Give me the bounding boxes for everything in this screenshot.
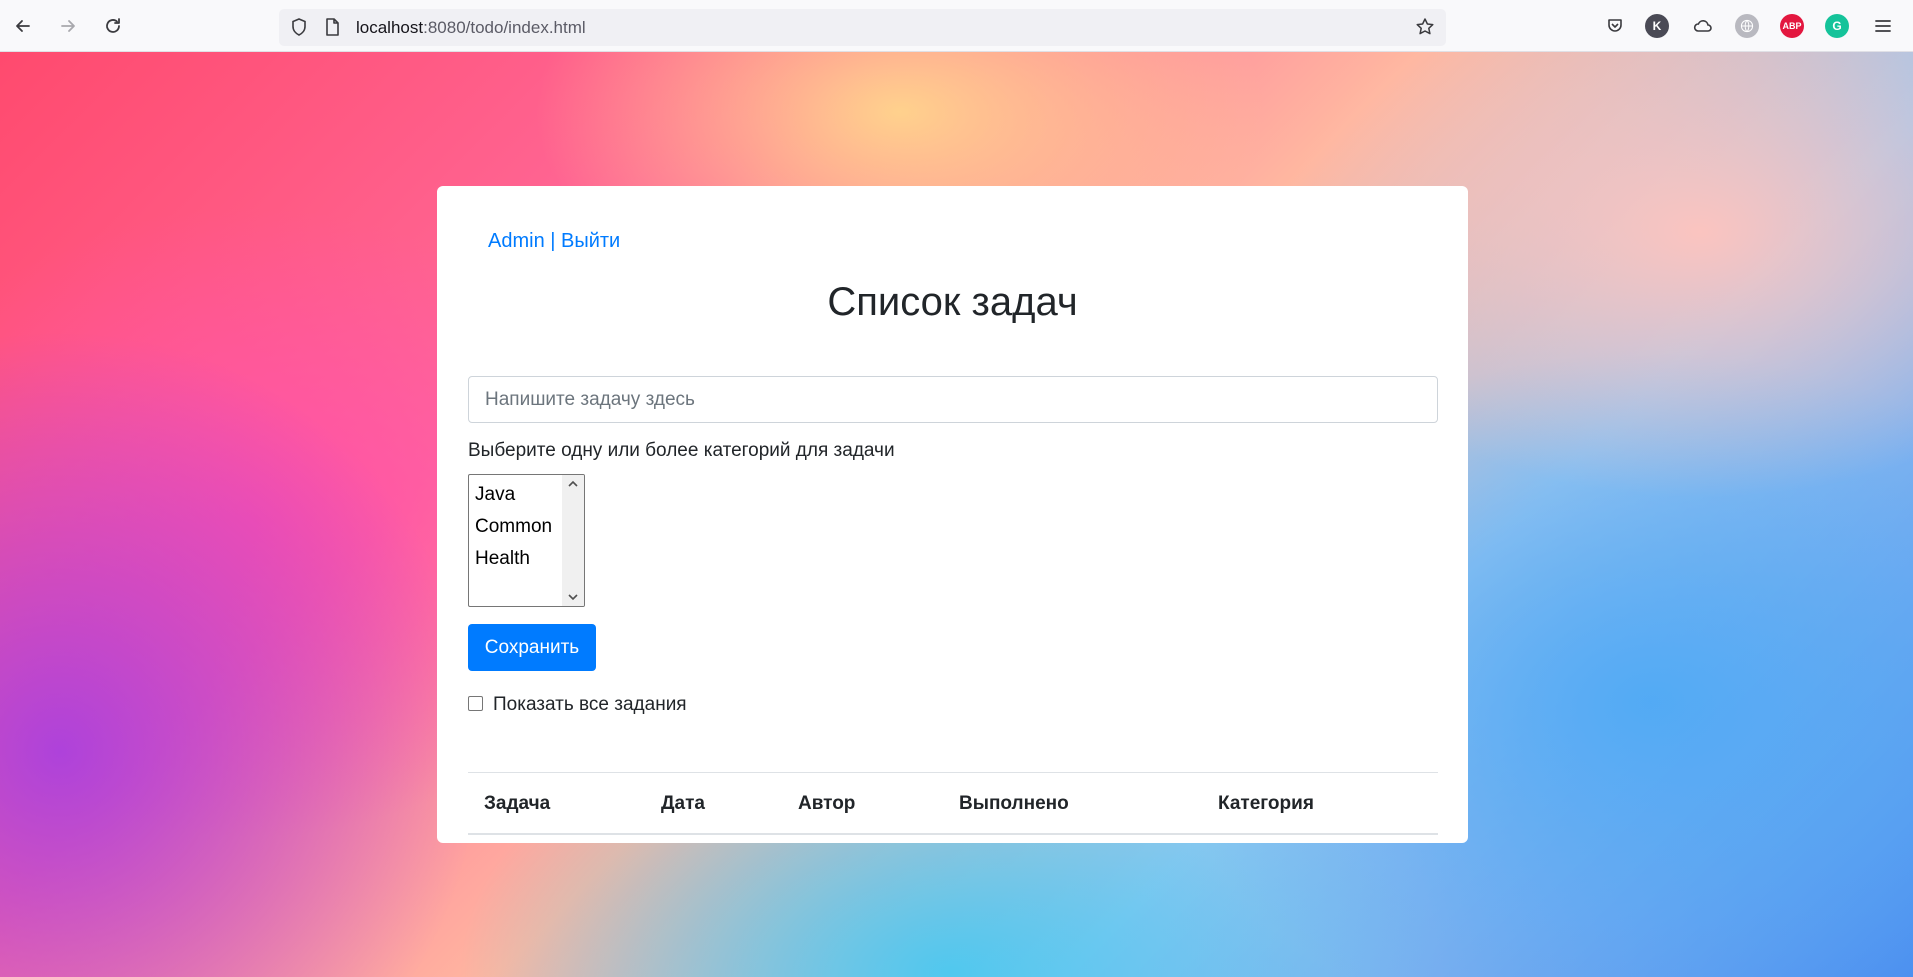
category-label: Выберите одну или более категорий для за… xyxy=(468,440,895,461)
todo-card: Admin | Выйти Список задач Выберите одну… xyxy=(437,186,1468,843)
column-header-category: Категория xyxy=(1218,793,1314,814)
column-header-date: Дата xyxy=(661,793,705,814)
category-select[interactable]: Java Common Health xyxy=(468,474,585,607)
show-all-row[interactable]: Показать все задания xyxy=(468,694,687,716)
pocket-icon[interactable] xyxy=(1600,11,1630,41)
page-title: Список задач xyxy=(827,280,1078,324)
shield-icon[interactable] xyxy=(289,17,309,37)
page-background: Admin | Выйти Список задач Выберите одну… xyxy=(0,52,1913,977)
url-path: :8080/todo/index.html xyxy=(423,18,586,37)
column-header-done: Выполнено xyxy=(959,793,1069,814)
bookmark-star-icon[interactable] xyxy=(1415,17,1435,37)
task-input[interactable] xyxy=(468,376,1438,423)
category-option[interactable]: Common xyxy=(469,511,552,543)
column-header-author: Автор xyxy=(798,793,856,814)
scroll-down-icon[interactable] xyxy=(566,590,580,604)
scroll-up-icon[interactable] xyxy=(566,477,580,491)
browser-toolbar: localhost:8080/todo/index.html K ABP G xyxy=(0,0,1913,52)
adblock-icon[interactable]: ABP xyxy=(1780,14,1804,38)
cloud-icon[interactable] xyxy=(1688,11,1718,41)
tasks-table: Задача Дата Автор Выполнено Категория xyxy=(468,772,1438,835)
page-icon[interactable] xyxy=(322,17,342,37)
back-icon[interactable] xyxy=(8,11,38,41)
category-option[interactable]: Health xyxy=(469,543,552,575)
column-header-task: Задача xyxy=(484,793,551,814)
table-header: Задача Дата Автор Выполнено Категория xyxy=(468,772,1438,835)
category-option[interactable]: Java xyxy=(469,479,552,511)
url-bar[interactable]: localhost:8080/todo/index.html xyxy=(279,9,1446,46)
k-extension-icon[interactable]: K xyxy=(1645,14,1669,38)
save-button[interactable]: Сохранить xyxy=(468,624,596,671)
user-logout-link[interactable]: Admin | Выйти xyxy=(488,230,620,253)
grammarly-icon[interactable]: G xyxy=(1825,14,1849,38)
show-all-label[interactable]: Показать все задания xyxy=(493,694,687,716)
menu-icon[interactable] xyxy=(1868,11,1898,41)
globe-icon[interactable] xyxy=(1735,14,1759,38)
category-scrollbar[interactable] xyxy=(562,475,584,606)
show-all-checkbox[interactable] xyxy=(468,695,483,711)
url-text[interactable]: localhost:8080/todo/index.html xyxy=(356,18,586,38)
reload-icon[interactable] xyxy=(98,11,128,41)
url-host: localhost xyxy=(356,18,424,37)
forward-icon[interactable] xyxy=(53,11,83,41)
